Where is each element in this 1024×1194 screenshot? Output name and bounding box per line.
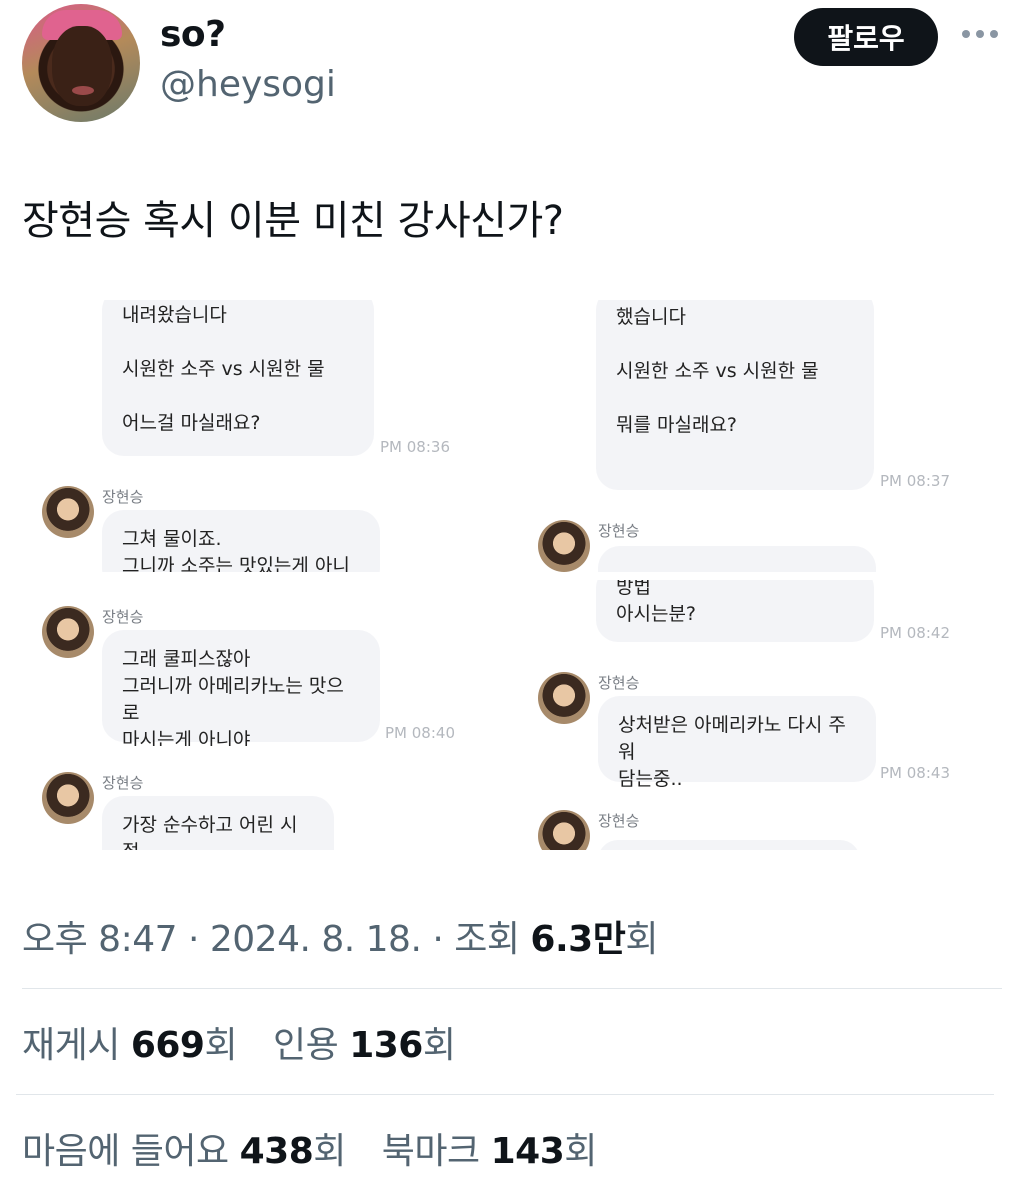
contact-avatar — [538, 672, 590, 724]
message-time: PM 08:42 — [880, 624, 950, 642]
sender-name: 장현승 — [598, 812, 640, 830]
bookmark-count: 143 — [490, 1131, 565, 1172]
contact-avatar — [538, 810, 590, 850]
repost-stat[interactable]: 재게시 669회 — [22, 1025, 238, 1066]
contact-avatar — [42, 606, 94, 658]
bubble-line: 방법 — [616, 580, 651, 598]
chat-clip-right-5: 장현승 — [536, 810, 996, 850]
chat-bubble: 했습니다 시원한 소주 vs 시원한 물 뭐를 마실래요? — [596, 300, 874, 490]
contact-avatar — [42, 772, 94, 824]
bubble-line: 가장 순수하고 어린 시절 — [122, 814, 298, 850]
quote-count: 136 — [349, 1025, 423, 1066]
quote-stat[interactable]: 인용 136회 — [273, 1025, 456, 1066]
view-unit: 회 — [625, 919, 658, 960]
chat-bubble: 그쳐 물이죠. 그니까 소주는 맛있는게 아니에 — [102, 510, 380, 572]
chat-bubble: 가장 순수하고 어린 시절 — [102, 796, 334, 850]
display-name[interactable]: so? — [160, 14, 226, 55]
chat-clip-right-4: 장현승 상처받은 아메리카노 다시 주워 담는중.. PM 08:43 — [536, 670, 996, 788]
bubble-line: 아시는분? — [616, 603, 697, 625]
sender-name: 장현승 — [598, 674, 640, 692]
chat-bubble: 상처받은 아메리카노 다시 주워 담는중.. — [598, 696, 876, 788]
bubble-line: 상처받은 아메리카노 다시 주워 — [618, 714, 846, 763]
message-time: PM 08:37 — [880, 472, 950, 490]
avatar-mouth — [72, 86, 94, 95]
more-options-icon[interactable] — [962, 24, 1002, 44]
bubble-line: 시원한 소주 vs 시원한 물 — [616, 360, 819, 382]
chat-clip-left-1: 내려왔습니다 시원한 소주 vs 시원한 물 어느걸 마실래요? PM 08:3… — [82, 300, 502, 490]
contact-avatar — [538, 520, 590, 572]
view-count: 6.3만 — [530, 919, 626, 960]
bubble-line: 그러니까 아메리카노는 맛으로 — [122, 675, 344, 724]
sender-name: 장현승 — [598, 522, 640, 540]
chat-bubble: 방법 아시는분? — [596, 580, 874, 642]
bubble-line: 담는중.. — [618, 768, 683, 788]
chat-bubble: 그래 쿨피스잖아 그러니까 아메리카노는 맛으로 마시는게 아니야 — [102, 630, 380, 746]
follow-button[interactable]: 팔로우 — [794, 8, 938, 66]
chat-clip-right-3: 방법 아시는분? PM 08:42 — [576, 580, 996, 646]
message-time: PM 08:40 — [385, 724, 455, 742]
bubble-line: 어느걸 마실래요? — [122, 412, 261, 434]
chat-bubble — [598, 546, 876, 572]
message-time: PM 08:43 — [880, 764, 950, 782]
chat-bubble: 내려왔습니다 시원한 소주 vs 시원한 물 어느걸 마실래요? — [102, 300, 374, 456]
chat-clip-left-3: 장현승 그래 쿨피스잖아 그러니까 아메리카노는 맛으로 마시는게 아니야 PM… — [40, 604, 500, 746]
bubble-line: 뭐를 마실래요? — [616, 414, 738, 436]
bubble-line: 그쳐 물이죠. — [122, 528, 222, 550]
tweet-text: 장현승 혹시 이분 미친 강사신가? — [22, 198, 564, 244]
tweet-timestamp-views: 오후 8:47 · 2024. 8. 18. · 조회 6.3만회 — [22, 910, 658, 962]
chat-bubble — [598, 840, 860, 850]
bubble-line: 마시는게 아니야 — [122, 729, 251, 746]
like-count: 438 — [239, 1131, 314, 1172]
bubble-line: 그래 쿨피스잖아 — [122, 648, 251, 670]
author-avatar[interactable] — [22, 4, 140, 122]
like-bookmark-stats: 마음에 들어요 438회 북마크 143회 — [22, 1122, 597, 1174]
bubble-line: 시원한 소주 vs 시원한 물 — [122, 358, 325, 380]
bookmark-stat[interactable]: 북마크 143회 — [382, 1131, 598, 1172]
bubble-line: 했습니다 — [616, 306, 686, 328]
divider — [16, 1094, 994, 1095]
tweet-time[interactable]: 오후 8:47 · 2024. 8. 18. · 조회 — [22, 919, 530, 960]
chat-clip-right-2: 장현승 — [536, 520, 996, 572]
bubble-line: 내려왔습니다 — [122, 304, 227, 326]
divider — [22, 988, 1002, 989]
chat-clip-right-1: 했습니다 시원한 소주 vs 시원한 물 뭐를 마실래요? PM 08:37 — [576, 300, 996, 494]
bubble-line: 그니까 소주는 맛있는게 아니에 — [122, 555, 350, 572]
sender-name: 장현승 — [102, 608, 144, 626]
repost-count: 669 — [130, 1025, 205, 1066]
sender-name: 장현승 — [102, 488, 144, 506]
sender-name: 장현승 — [102, 774, 144, 792]
chat-clip-left-2: 장현승 그쳐 물이죠. 그니까 소주는 맛있는게 아니에 — [40, 484, 500, 572]
chat-clip-left-4: 장현승 가장 순수하고 어린 시절 — [40, 770, 500, 850]
message-time: PM 08:36 — [380, 438, 450, 456]
tweet-media[interactable]: 내려왔습니다 시원한 소주 vs 시원한 물 어느걸 마실래요? PM 08:3… — [22, 268, 1002, 868]
contact-avatar — [42, 486, 94, 538]
user-handle[interactable]: @heysogi — [160, 64, 336, 105]
like-stat[interactable]: 마음에 들어요 438회 — [22, 1131, 346, 1172]
repost-quote-stats: 재게시 669회 인용 136회 — [22, 1016, 456, 1068]
